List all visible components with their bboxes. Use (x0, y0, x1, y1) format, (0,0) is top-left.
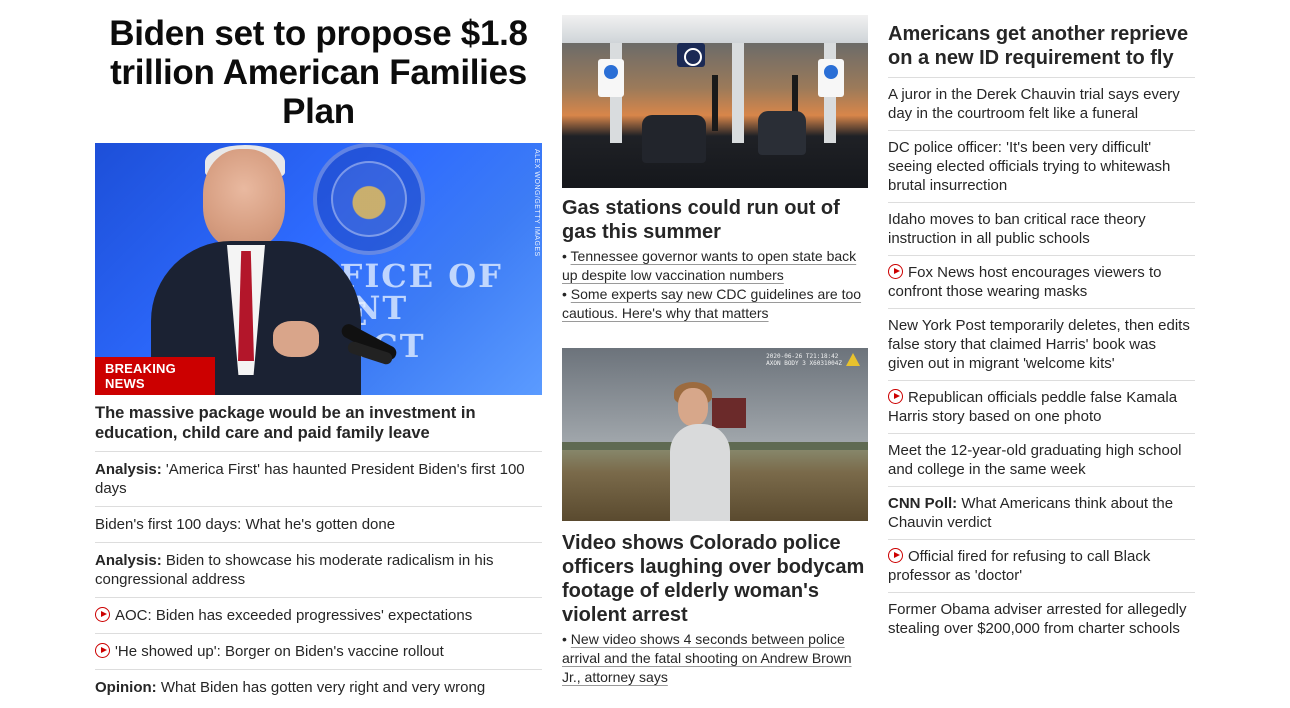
play-circle-icon (95, 643, 110, 658)
list-item[interactable]: A juror in the Derek Chauvin trial says … (888, 78, 1195, 131)
list-item-text: Biden's first 100 days: What he's gotten… (95, 516, 396, 533)
list-item[interactable]: Idaho moves to ban critical race theory … (888, 203, 1195, 256)
gas-story-headline[interactable]: Gas stations could run out of gas this s… (562, 196, 868, 244)
woman-head (678, 388, 708, 426)
station-canopy (562, 15, 868, 43)
lead-related-list: Analysis: 'America First' has haunted Pr… (95, 451, 542, 705)
palm-tree (712, 75, 718, 131)
bodycam-story-headline[interactable]: Video shows Colorado police officers lau… (562, 531, 868, 627)
list-item[interactable]: Analysis: Biden to showcase his moderate… (95, 543, 542, 598)
list-item-label: Analysis: (95, 461, 162, 478)
list-item[interactable]: Meet the 12-year-old graduating high sch… (888, 434, 1195, 487)
right-headline[interactable]: Americans get another reprieve on a new … (888, 22, 1195, 70)
middle-story-column: Gas stations could run out of gas this s… (562, 0, 868, 687)
play-circle-icon (888, 264, 903, 279)
list-item[interactable]: New York Post temporarily deletes, then … (888, 309, 1195, 381)
list-item[interactable]: Former Obama adviser arrested for allege… (888, 593, 1195, 645)
lead-story-column: Biden set to propose $1.8 trillion Ameri… (95, 0, 542, 705)
lead-deck[interactable]: The massive package would be an investme… (95, 403, 542, 443)
vw-logo-icon (677, 43, 705, 67)
play-circle-icon (888, 389, 903, 404)
bodycam-timestamp: 2020-06-26 T21:18:42 AXON BODY 3 X603100… (766, 353, 842, 367)
list-item-text: A juror in the Derek Chauvin trial says … (888, 86, 1180, 122)
fuel-pump (818, 59, 844, 97)
list-item-text: 'He showed up': Borger on Biden's vaccin… (115, 643, 444, 660)
list-item-text: DC police officer: 'It's been very diffi… (888, 139, 1171, 194)
list-item-text: Former Obama adviser arrested for allege… (888, 601, 1187, 637)
list-item[interactable]: AOC: Biden has exceeded progressives' ex… (95, 598, 542, 634)
right-story-list: A juror in the Derek Chauvin trial says … (888, 77, 1195, 645)
list-item-text: What Biden has gotten very right and ver… (156, 679, 486, 696)
lead-story-image[interactable]: OFFICE OF THE DENT ELECT ALEX WONG/GETTY… (95, 143, 542, 395)
gas-station-image[interactable] (562, 15, 868, 188)
list-item-label: CNN Poll: (888, 495, 958, 512)
breaking-news-badge: BREAKING NEWS (95, 357, 215, 395)
gas-story-bullets: • Tennessee governor wants to open state… (562, 247, 868, 323)
list-item[interactable]: Fox News host encourages viewers to conf… (888, 256, 1195, 309)
canopy-pillar (732, 43, 744, 143)
list-item-text: Idaho moves to ban critical race theory … (888, 211, 1146, 247)
roadside-sign (712, 398, 746, 428)
list-item-text: AOC: Biden has exceeded progressives' ex… (115, 607, 473, 624)
presidential-seal-graphic (313, 143, 425, 255)
play-circle-icon (888, 548, 903, 563)
list-item-text: Fox News host encourages viewers to conf… (888, 264, 1162, 300)
list-item[interactable]: Opinion: What Biden has gotten very righ… (95, 670, 542, 705)
list-item[interactable]: 'He showed up': Borger on Biden's vaccin… (95, 634, 542, 670)
list-item-text: New York Post temporarily deletes, then … (888, 317, 1190, 372)
list-item-text: Republican officials peddle false Kamala… (888, 389, 1178, 425)
bullet-link[interactable]: New video shows 4 seconds between police… (562, 631, 852, 685)
person-head (203, 149, 285, 249)
list-item[interactable]: Analysis: 'America First' has haunted Pr… (95, 452, 542, 507)
list-item-text: Official fired for refusing to call Blac… (888, 548, 1151, 584)
list-item-label: Opinion: (95, 679, 157, 696)
lead-headline[interactable]: Biden set to propose $1.8 trillion Ameri… (95, 14, 542, 131)
photo-credit: ALEX WONG/GETTY IMAGES (533, 149, 540, 257)
bodycam-story-bullets: • New video shows 4 seconds between poli… (562, 630, 868, 687)
woman-body (670, 424, 730, 521)
bullet-item[interactable]: • New video shows 4 seconds between poli… (562, 630, 868, 687)
axon-logo-icon (846, 353, 860, 366)
bullet-item[interactable]: • Tennessee governor wants to open state… (562, 247, 868, 285)
car (758, 111, 806, 155)
play-circle-icon (95, 607, 110, 622)
car (642, 115, 706, 163)
bullet-link[interactable]: Some experts say new CDC guidelines are … (562, 286, 861, 321)
list-item[interactable]: Official fired for refusing to call Blac… (888, 540, 1195, 593)
list-item-label: Analysis: (95, 552, 162, 569)
fuel-pump (598, 59, 624, 97)
person-hand (273, 321, 319, 357)
list-item[interactable]: DC police officer: 'It's been very diffi… (888, 131, 1195, 203)
list-item-text: Meet the 12-year-old graduating high sch… (888, 442, 1182, 478)
bullet-link[interactable]: Tennessee governor wants to open state b… (562, 248, 856, 283)
bullet-item[interactable]: • Some experts say new CDC guidelines ar… (562, 285, 868, 323)
right-story-column: Americans get another reprieve on a new … (888, 0, 1195, 645)
bodycam-image[interactable]: 2020-06-26 T21:18:42 AXON BODY 3 X603100… (562, 348, 868, 521)
list-item[interactable]: Republican officials peddle false Kamala… (888, 381, 1195, 434)
list-item[interactable]: CNN Poll: What Americans think about the… (888, 487, 1195, 540)
list-item[interactable]: Biden's first 100 days: What he's gotten… (95, 507, 542, 543)
